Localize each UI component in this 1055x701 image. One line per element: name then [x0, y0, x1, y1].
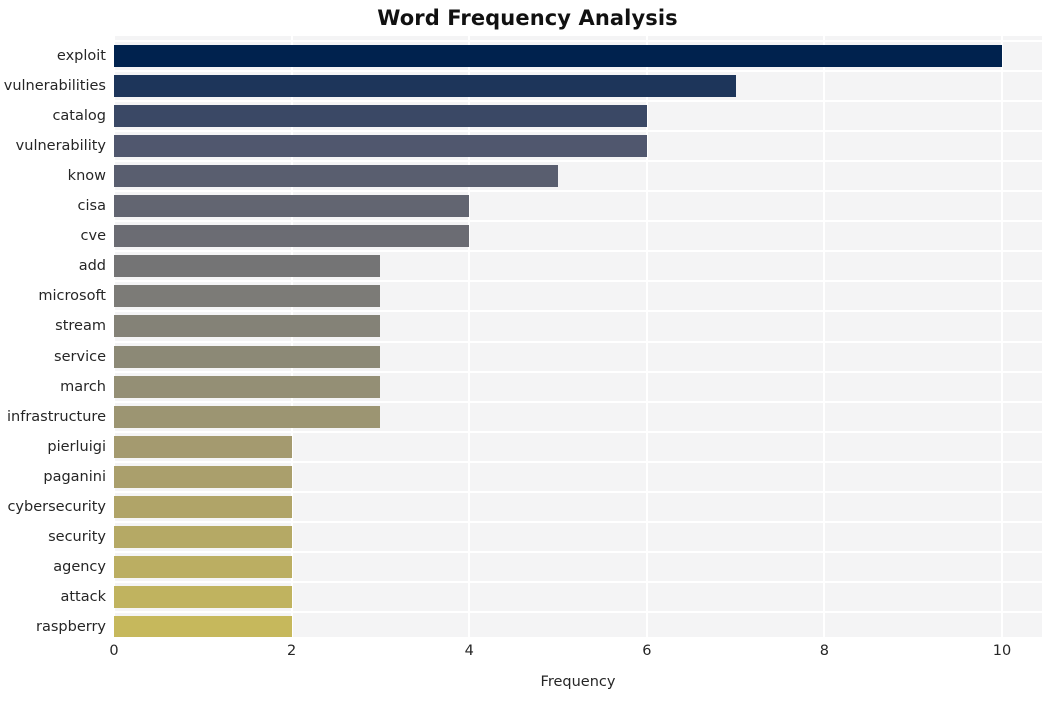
x-tick-label: 2	[286, 643, 297, 659]
y-tick-label: attack	[60, 588, 106, 605]
y-tick-label: security	[48, 528, 106, 545]
y-tick-label: vulnerabilities	[3, 78, 106, 95]
y-tick-label: paganini	[43, 468, 106, 485]
x-axis-label: Frequency	[540, 674, 616, 690]
y-tick-label: exploit	[56, 48, 106, 65]
y-tick-label: raspberry	[36, 618, 106, 635]
y-tick-label: pierluigi	[47, 438, 106, 455]
y-tick-label: cisa	[77, 198, 106, 215]
x-tick-label: 6	[642, 643, 652, 659]
x-tick-label: 10	[992, 643, 1012, 659]
chart-figure: Word Frequency Analysis exploit vulnerabi…	[0, 0, 1055, 701]
y-tick-label: cve	[80, 228, 106, 245]
x-tick-label: 8	[819, 643, 830, 659]
y-tick-label: know	[67, 168, 106, 185]
chart-title: Word Frequency Analysis	[377, 6, 678, 30]
y-tick-label: march	[60, 378, 106, 395]
x-axis-tick-labels: 0 2 4 6 8 10	[109, 643, 1042, 667]
x-tick-label: 4	[464, 643, 474, 659]
y-tick-label: catalog	[52, 108, 106, 125]
x-tick-label: 0	[109, 643, 119, 659]
y-axis-tick-labels: exploit vulnerabilities catalog vulnerabili…	[0, 36, 1055, 637]
y-tick-label: microsoft	[38, 288, 106, 305]
y-tick-label: vulnerability	[15, 138, 106, 155]
y-tick-label: agency	[53, 558, 106, 575]
y-tick-label: add	[78, 258, 106, 275]
y-tick-label: infrastructure	[7, 408, 106, 425]
y-tick-label: cybersecurity	[7, 498, 106, 515]
y-tick-label: stream	[55, 318, 106, 335]
y-tick-label: service	[54, 348, 106, 365]
